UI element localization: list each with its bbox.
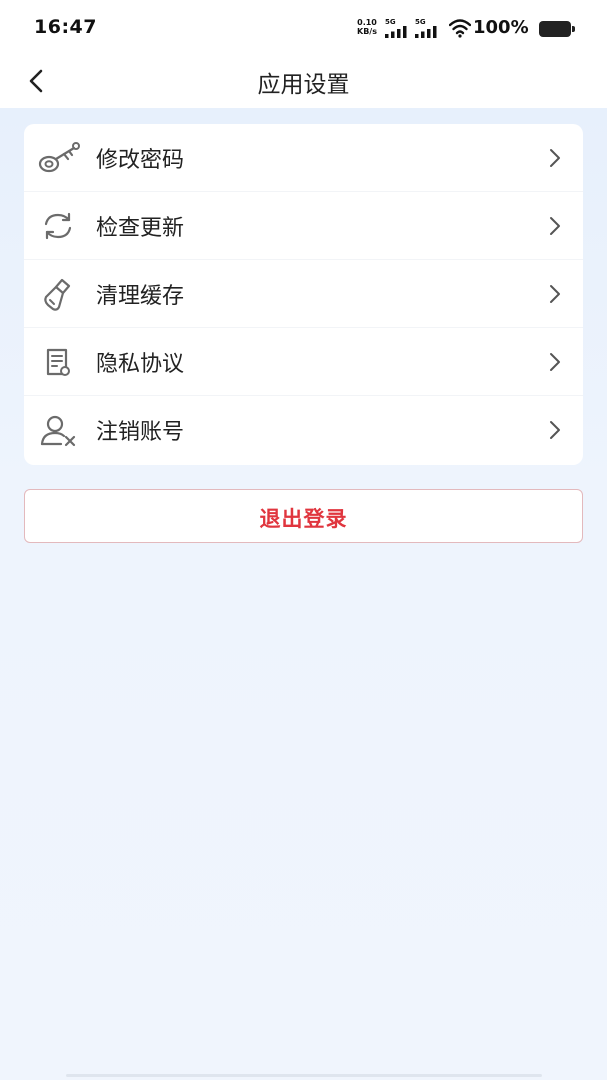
network-speed-value: 0.10 bbox=[357, 18, 377, 27]
menu-item-delete-account[interactable]: 注销账号 bbox=[24, 396, 583, 464]
menu-item-clear-cache[interactable]: 清理缓存 bbox=[24, 260, 583, 328]
logout-label: 退出登录 bbox=[259, 507, 348, 531]
wifi-icon bbox=[449, 19, 471, 38]
menu-item-change-password[interactable]: 修改密码 bbox=[24, 124, 583, 192]
status-time: 16:47 bbox=[34, 16, 97, 38]
key-icon bbox=[38, 142, 80, 173]
chevron-right-icon bbox=[550, 149, 560, 167]
refresh-icon bbox=[44, 212, 72, 240]
menu-item-label: 检查更新 bbox=[96, 216, 185, 241]
chevron-right-icon bbox=[550, 353, 560, 371]
chevron-right-icon bbox=[550, 285, 560, 303]
menu-item-check-update[interactable]: 检查更新 bbox=[24, 192, 583, 260]
chevron-right-icon bbox=[550, 421, 560, 439]
menu-item-label: 注销账号 bbox=[96, 420, 185, 445]
menu-item-label: 修改密码 bbox=[96, 148, 185, 173]
signal-type-label: 5G bbox=[415, 18, 426, 26]
navigation-bar: 应用设置 bbox=[0, 56, 607, 108]
home-indicator bbox=[66, 1074, 542, 1077]
network-speed-unit: KB/s bbox=[357, 27, 377, 36]
settings-menu-card: 修改密码 检查更新 清理缓存 隐私协议 注销账号 bbox=[24, 124, 583, 465]
cellular-signal-icon: 5G bbox=[385, 18, 411, 40]
broom-icon bbox=[44, 278, 71, 311]
menu-item-label: 清理缓存 bbox=[96, 284, 185, 309]
page-title: 应用设置 bbox=[257, 72, 350, 98]
battery-percentage: 100% bbox=[473, 17, 529, 38]
signal-type-label: 5G bbox=[385, 18, 396, 26]
menu-item-privacy-policy[interactable]: 隐私协议 bbox=[24, 328, 583, 396]
status-bar: 16:47 0.10 KB/s 5G 5G 100% bbox=[0, 0, 607, 56]
logout-button[interactable]: 退出登录 bbox=[24, 489, 583, 543]
user-remove-icon bbox=[40, 415, 76, 447]
battery-icon bbox=[539, 21, 575, 37]
menu-item-label: 隐私协议 bbox=[96, 352, 185, 377]
document-icon bbox=[46, 348, 70, 376]
network-speed: 0.10 KB/s bbox=[353, 18, 381, 36]
cellular-signal-icon: 5G bbox=[415, 18, 441, 40]
chevron-right-icon bbox=[550, 217, 560, 235]
